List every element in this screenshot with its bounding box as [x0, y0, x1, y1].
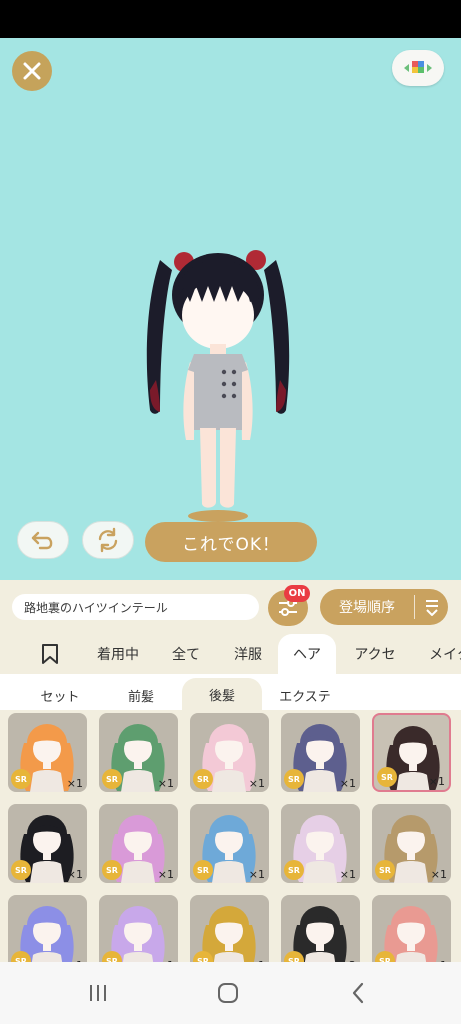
- item-count: ×1: [157, 868, 174, 881]
- android-nav-bar: [0, 962, 461, 1024]
- tab-accessories[interactable]: アクセ: [344, 634, 406, 674]
- rarity-badge: SR: [375, 860, 395, 880]
- item-count: ×1: [66, 777, 83, 790]
- recent-apps-icon: [90, 985, 106, 1001]
- item-count: ×1: [339, 868, 356, 881]
- hair-item-card[interactable]: SR ×1: [8, 713, 87, 792]
- back-button[interactable]: [338, 979, 378, 1007]
- background-change-button[interactable]: [392, 50, 444, 86]
- item-count: ×1: [248, 777, 265, 790]
- item-count: ×1: [157, 777, 174, 790]
- undo-button[interactable]: [17, 521, 69, 559]
- avatar-preview: [146, 250, 290, 522]
- rarity-badge: SR: [377, 767, 397, 787]
- recent-apps-button[interactable]: [78, 979, 118, 1007]
- close-button[interactable]: [12, 51, 52, 91]
- rarity-badge: SR: [11, 769, 31, 789]
- subtab-set[interactable]: セット: [24, 680, 96, 710]
- item-count: ×1: [339, 777, 356, 790]
- confirm-ok-button[interactable]: これでOK！: [145, 522, 317, 562]
- hair-item-card[interactable]: SR ×1: [372, 804, 451, 883]
- status-bar: [0, 0, 461, 38]
- item-count: ×1: [248, 868, 265, 881]
- rarity-badge: SR: [284, 860, 304, 880]
- hair-item-card[interactable]: SR×1: [8, 895, 87, 962]
- selected-item-name: 路地裏のハイツインテール: [12, 594, 259, 620]
- sort-button[interactable]: 登場順序: [320, 589, 448, 625]
- close-icon: [23, 62, 41, 80]
- category-tabs: 着用中 全て 洋服 ヘア アクセ メイク: [0, 634, 461, 674]
- item-count: ×1: [66, 868, 83, 881]
- hair-item-card[interactable]: SR ×1: [372, 713, 451, 792]
- rarity-badge: SR: [11, 860, 31, 880]
- tab-clothes[interactable]: 洋服: [222, 634, 274, 674]
- item-grid: SR ×1 SR ×1 SR ×1 SR ×1 SR ×1 SR ×1 SR ×1 SR ×1 SR ×1 SR ×1…: [0, 710, 461, 962]
- hair-item-card[interactable]: SR ×1: [190, 804, 269, 883]
- undo-icon: [31, 531, 53, 550]
- rarity-badge: SR: [193, 860, 213, 880]
- tab-makeup[interactable]: メイク: [420, 634, 461, 674]
- hair-item-card[interactable]: SR ×1: [99, 804, 178, 883]
- hair-item-card[interactable]: SR ×1: [281, 804, 360, 883]
- background-palette-icon: [404, 61, 432, 73]
- filter-on-badge: ON: [284, 585, 310, 602]
- item-count: ×1: [430, 868, 447, 881]
- tab-bookmark[interactable]: [30, 634, 70, 674]
- item-count: ×1: [428, 775, 445, 788]
- rarity-badge: SR: [284, 769, 304, 789]
- subtab-extensions[interactable]: エクステ: [270, 680, 340, 710]
- hair-sub-tabs: セット 前髪 後髪 エクステ: [0, 674, 461, 710]
- hair-item-card[interactable]: SR ×1: [190, 713, 269, 792]
- subtab-front-hair[interactable]: 前髪: [108, 680, 174, 710]
- sort-order-icon[interactable]: [415, 598, 448, 616]
- rarity-badge: SR: [193, 769, 213, 789]
- hair-item-card[interactable]: SR×1: [190, 895, 269, 962]
- rarity-badge: SR: [102, 860, 122, 880]
- hair-item-card[interactable]: SR×1: [372, 895, 451, 962]
- tab-all[interactable]: 全て: [160, 634, 212, 674]
- subtab-back-hair[interactable]: 後髪: [182, 678, 262, 710]
- rarity-badge: SR: [102, 769, 122, 789]
- hair-item-card[interactable]: SR ×1: [8, 804, 87, 883]
- hair-item-card[interactable]: SR×2: [281, 895, 360, 962]
- sort-label: 登場順序: [339, 600, 395, 616]
- hair-item-card[interactable]: SR×1: [99, 895, 178, 962]
- tab-hair[interactable]: ヘア: [278, 634, 336, 674]
- rotate-button[interactable]: [82, 521, 134, 559]
- rotate-icon: [98, 527, 118, 553]
- home-icon: [218, 983, 238, 1003]
- back-icon: [352, 982, 364, 1004]
- hair-item-card[interactable]: SR ×1: [99, 713, 178, 792]
- home-button[interactable]: [208, 979, 248, 1007]
- tab-wearing[interactable]: 着用中: [88, 634, 148, 674]
- bookmark-icon: [42, 644, 58, 664]
- hair-item-card[interactable]: SR ×1: [281, 713, 360, 792]
